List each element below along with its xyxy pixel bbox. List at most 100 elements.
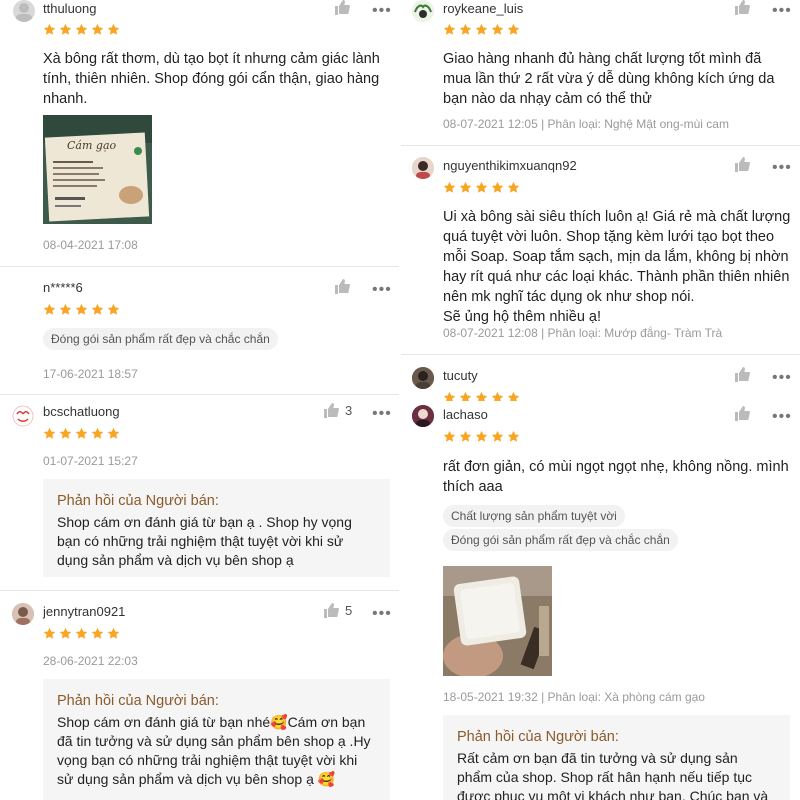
like-count: 5 bbox=[345, 603, 353, 618]
username[interactable]: roykeane_luis bbox=[443, 1, 523, 16]
star-icon bbox=[75, 303, 88, 315]
star-icon bbox=[507, 391, 520, 401]
review-photo[interactable] bbox=[443, 566, 552, 676]
star-icon bbox=[43, 627, 56, 639]
username[interactable]: jennytran0921 bbox=[43, 604, 125, 619]
like-button[interactable] bbox=[734, 0, 750, 15]
more-options-icon[interactable]: ••• bbox=[772, 370, 792, 386]
like-button[interactable]: 5 bbox=[323, 603, 352, 618]
star-icon bbox=[75, 627, 88, 639]
star-icon bbox=[107, 23, 120, 35]
more-options-icon[interactable]: ••• bbox=[372, 282, 392, 298]
review-text: rất đơn giản, có mùi ngọt ngọt nhẹ, khôn… bbox=[443, 459, 789, 495]
star-rating bbox=[43, 627, 120, 640]
more-options-icon[interactable]: ••• bbox=[772, 409, 792, 425]
star-icon bbox=[59, 427, 72, 439]
seller-reply-title: Phản hồi của Người bán: bbox=[457, 729, 619, 745]
star-icon bbox=[459, 181, 472, 193]
star-rating bbox=[443, 391, 520, 401]
username[interactable]: nguyenthikimxuanqn92 bbox=[443, 158, 577, 173]
star-icon bbox=[475, 391, 488, 401]
username[interactable]: bcschatluong bbox=[43, 404, 120, 419]
like-button[interactable]: 3 bbox=[323, 403, 352, 418]
star-icon bbox=[59, 627, 72, 639]
review-text: Xà bông rất thơm, dù tạo bọt ít nhưng cả… bbox=[43, 51, 380, 107]
avatar[interactable] bbox=[412, 157, 434, 179]
star-icon bbox=[491, 391, 504, 401]
star-icon bbox=[475, 430, 488, 442]
star-icon bbox=[59, 303, 72, 315]
star-rating bbox=[443, 23, 520, 36]
star-icon bbox=[43, 303, 56, 315]
seller-reply-title: Phản hồi của Người bán: bbox=[57, 693, 219, 709]
review-date: 08-07-2021 12:05 | Phân loại: Nghệ Mật o… bbox=[443, 117, 729, 131]
star-icon bbox=[75, 427, 88, 439]
seller-reply: Phản hồi của Người bán: Shop cám ơn đánh… bbox=[43, 679, 390, 800]
column-divider bbox=[399, 0, 401, 800]
star-icon bbox=[459, 391, 472, 401]
thumbs-up-icon bbox=[324, 603, 339, 618]
username[interactable]: tucuty bbox=[443, 368, 478, 383]
review-item: jennytran0921 5 ••• 28-06-2021 22:03 Phả… bbox=[0, 591, 400, 800]
review-date: 28-06-2021 22:03 bbox=[43, 654, 138, 668]
star-icon bbox=[459, 23, 472, 35]
seller-reply: Phản hồi của Người bán: Shop cám ơn đánh… bbox=[43, 479, 390, 577]
star-icon bbox=[491, 23, 504, 35]
more-options-icon[interactable]: ••• bbox=[372, 606, 392, 622]
thumbs-up-icon bbox=[735, 367, 750, 382]
star-icon bbox=[475, 23, 488, 35]
seller-reply-text: Shop cám ơn đánh giá từ bạn ạ . Shop hy … bbox=[57, 514, 352, 568]
avatar[interactable] bbox=[412, 367, 434, 389]
review-photo[interactable]: Cám gạo bbox=[43, 115, 152, 224]
photo-label: Cám gạo bbox=[67, 139, 117, 152]
seller-reply-text: Rất cảm ơn bạn đã tin tưởng và sử dụng s… bbox=[457, 750, 769, 800]
like-button[interactable] bbox=[734, 406, 750, 421]
username[interactable]: n*****6 bbox=[43, 280, 83, 295]
star-icon bbox=[459, 430, 472, 442]
star-icon bbox=[443, 181, 456, 193]
star-icon bbox=[91, 627, 104, 639]
star-icon bbox=[91, 23, 104, 35]
star-icon bbox=[75, 23, 88, 35]
right-review-column: roykeane_luis ••• Giao hàng nhanh đủ hàn… bbox=[400, 0, 800, 800]
review-date: 18-05-2021 19:32 | Phân loại: Xà phòng c… bbox=[443, 690, 705, 704]
star-icon bbox=[443, 391, 456, 401]
star-icon bbox=[491, 181, 504, 193]
star-icon bbox=[91, 303, 104, 315]
review-item: tucuty ••• bbox=[400, 355, 800, 401]
like-count: 3 bbox=[345, 403, 353, 418]
star-icon bbox=[43, 23, 56, 35]
review-item: tthuluong ••• Xà bông rất thơm, dù tạo b… bbox=[0, 0, 400, 266]
like-button[interactable] bbox=[734, 367, 750, 382]
more-options-icon[interactable]: ••• bbox=[772, 160, 792, 176]
like-button[interactable] bbox=[734, 157, 750, 172]
avatar[interactable] bbox=[12, 603, 34, 625]
star-icon bbox=[107, 303, 120, 315]
star-rating bbox=[443, 181, 520, 194]
username[interactable]: tthuluong bbox=[43, 1, 97, 16]
more-options-icon[interactable]: ••• bbox=[372, 406, 392, 422]
avatar[interactable] bbox=[412, 0, 434, 22]
thumbs-up-icon bbox=[324, 403, 339, 418]
more-options-icon[interactable]: ••• bbox=[372, 3, 392, 19]
avatar[interactable] bbox=[13, 0, 35, 22]
username[interactable]: lachaso bbox=[443, 407, 488, 422]
review-tag: Đóng gói sản phẩm rất đẹp và chắc chắn bbox=[443, 529, 678, 551]
avatar[interactable] bbox=[12, 405, 34, 427]
review-text: Giao hàng nhanh đủ hàng chất lượng tốt m… bbox=[443, 51, 775, 107]
review-item: n*****6 ••• Đóng gói sản phẩm rất đẹp và… bbox=[0, 267, 400, 394]
like-button[interactable] bbox=[334, 279, 350, 294]
thumbs-up-icon bbox=[335, 0, 350, 15]
seller-reply-title: Phản hồi của Người bán: bbox=[57, 493, 219, 509]
review-item: roykeane_luis ••• Giao hàng nhanh đủ hàn… bbox=[400, 0, 800, 145]
like-button[interactable] bbox=[334, 0, 350, 15]
star-icon bbox=[43, 427, 56, 439]
star-rating bbox=[43, 303, 120, 316]
review-item: bcschatluong 3 ••• 01-07-2021 15:27 Phản… bbox=[0, 395, 400, 590]
avatar[interactable] bbox=[412, 405, 434, 427]
thumbs-up-icon bbox=[735, 157, 750, 172]
more-options-icon[interactable]: ••• bbox=[772, 3, 792, 19]
star-rating bbox=[43, 23, 120, 36]
left-review-column: tthuluong ••• Xà bông rất thơm, dù tạo b… bbox=[0, 0, 400, 800]
review-date: 01-07-2021 15:27 bbox=[43, 454, 138, 468]
